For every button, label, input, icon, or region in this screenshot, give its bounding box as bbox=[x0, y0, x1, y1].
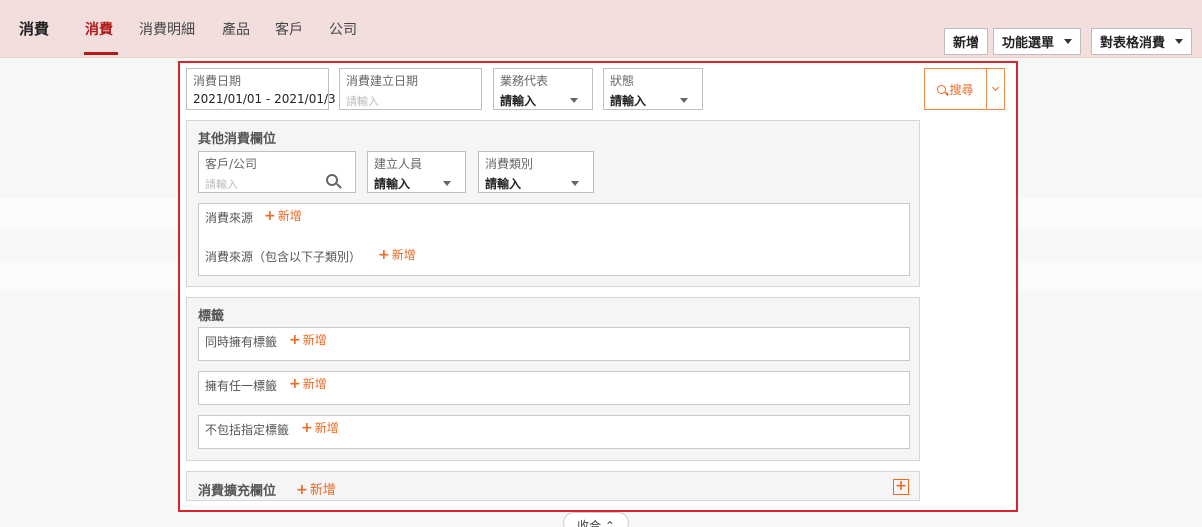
add-extension-label: 新增 bbox=[309, 483, 336, 498]
function-menu-label: 功能選單 bbox=[1002, 36, 1055, 51]
tab-products[interactable]: 產品 bbox=[222, 19, 250, 39]
plus-icon: + bbox=[296, 482, 308, 498]
chevron-down-icon bbox=[1064, 39, 1073, 44]
filter-panel: 消費日期 2021/01/01 - 2021/01/3 消費建立日期 請輸入 業… bbox=[178, 61, 1018, 512]
tab-consume-detail[interactable]: 消費明細 bbox=[139, 19, 195, 39]
consume-source-label: 消費來源 bbox=[205, 211, 254, 225]
add-source-label: 新增 bbox=[277, 209, 302, 223]
search-icon[interactable] bbox=[326, 174, 338, 186]
add-tags-exclude-label: 新增 bbox=[314, 421, 339, 435]
plus-icon: + bbox=[289, 376, 301, 392]
search-dropdown-toggle[interactable] bbox=[987, 69, 1004, 109]
status-select[interactable]: 狀態 請輸入 bbox=[603, 68, 703, 110]
chevron-down-icon bbox=[1175, 39, 1184, 44]
consume-source-sub-label: 消費來源（包含以下子類別） bbox=[205, 250, 362, 264]
extension-fields-section: 消費擴充欄位 + 新增 + bbox=[186, 471, 920, 501]
plus-icon: + bbox=[378, 247, 390, 263]
new-button-label: 新增 bbox=[953, 36, 980, 51]
customer-company-field[interactable]: 客戶/公司 請輸入 bbox=[198, 151, 356, 193]
creator-value: 請輸入 bbox=[374, 177, 411, 191]
add-tags-exclude-button[interactable]: + 新增 bbox=[301, 419, 339, 436]
add-tags-any-button[interactable]: + 新增 bbox=[289, 375, 327, 392]
search-button-label: 搜尋 bbox=[949, 82, 974, 97]
category-value: 請輸入 bbox=[485, 177, 522, 191]
customer-company-placeholder: 請輸入 bbox=[205, 178, 238, 191]
chevron-down-icon bbox=[570, 98, 578, 103]
consume-date-field[interactable]: 消費日期 2021/01/01 - 2021/01/3 bbox=[186, 68, 336, 110]
search-button-group: 搜尋 bbox=[924, 68, 1005, 110]
add-source-button[interactable]: + 新增 bbox=[264, 207, 302, 224]
tags-exclude-label: 不包括指定標籤 bbox=[205, 423, 290, 437]
sales-rep-label: 業務代表 bbox=[500, 74, 549, 88]
consume-date-label: 消費日期 bbox=[193, 74, 242, 88]
function-menu-button[interactable]: 功能選單 bbox=[993, 28, 1082, 55]
extension-fields-title: 消費擴充欄位 bbox=[198, 484, 277, 499]
tab-companies[interactable]: 公司 bbox=[329, 19, 357, 39]
tags-all-label: 同時擁有標籤 bbox=[205, 335, 278, 349]
collapse-button[interactable]: 收合 ⌃ bbox=[563, 512, 629, 527]
other-fields-title: 其他消費欄位 bbox=[198, 132, 277, 147]
chevron-down-icon bbox=[991, 83, 1000, 92]
consume-source-box: 消費來源 + 新增 消費來源（包含以下子類別） + 新增 bbox=[198, 203, 910, 276]
plus-icon: + bbox=[301, 420, 313, 436]
plus-icon: + bbox=[264, 208, 276, 224]
tab-consume[interactable]: 消費 bbox=[85, 19, 113, 39]
tags-any-box: 擁有任一標籤 + 新增 bbox=[198, 371, 910, 405]
add-tags-any-label: 新增 bbox=[302, 377, 327, 391]
created-date-placeholder: 請輸入 bbox=[346, 95, 379, 108]
new-button[interactable]: 新增 bbox=[944, 28, 989, 55]
batch-consume-label: 對表格消費 bbox=[1100, 36, 1166, 51]
add-source-sub-button[interactable]: + 新增 bbox=[378, 246, 416, 263]
chevron-down-icon bbox=[443, 181, 451, 186]
category-select[interactable]: 消費類別 請輸入 bbox=[478, 151, 594, 193]
tab-customers[interactable]: 客戶 bbox=[275, 19, 303, 39]
chevron-down-icon bbox=[571, 181, 579, 186]
batch-consume-button[interactable]: 對表格消費 bbox=[1091, 28, 1193, 55]
status-label: 狀態 bbox=[610, 74, 635, 88]
creator-label: 建立人員 bbox=[374, 157, 423, 171]
creator-select[interactable]: 建立人員 請輸入 bbox=[367, 151, 466, 193]
search-icon bbox=[937, 84, 947, 94]
created-date-field[interactable]: 消費建立日期 請輸入 bbox=[339, 68, 482, 110]
add-source-sub-label: 新增 bbox=[391, 248, 416, 262]
app-title: 消費 bbox=[19, 20, 50, 38]
add-extension-button[interactable]: + 新增 bbox=[296, 479, 336, 498]
sales-rep-value: 請輸入 bbox=[500, 94, 537, 108]
consume-date-value: 2021/01/01 - 2021/01/3 bbox=[193, 92, 336, 106]
tags-title: 標籤 bbox=[198, 309, 225, 324]
sales-rep-select[interactable]: 業務代表 請輸入 bbox=[493, 68, 593, 110]
add-tags-all-button[interactable]: + 新增 bbox=[289, 331, 327, 348]
category-label: 消費類別 bbox=[485, 157, 534, 171]
add-tags-all-label: 新增 bbox=[302, 333, 327, 347]
active-tab-indicator bbox=[84, 52, 118, 55]
top-header: 消費 消費 消費明細 產品 客戶 公司 新增 功能選單 對表格消費 bbox=[0, 0, 1202, 58]
created-date-label: 消費建立日期 bbox=[346, 74, 419, 88]
search-button[interactable]: 搜尋 bbox=[925, 69, 986, 109]
tags-section: 標籤 同時擁有標籤 + 新增 擁有任一標籤 + 新增 不包括指定標籤 + 新增 bbox=[186, 297, 920, 461]
tags-all-box: 同時擁有標籤 + 新增 bbox=[198, 327, 910, 361]
tags-any-label: 擁有任一標籤 bbox=[205, 379, 278, 393]
customer-company-label: 客戶/公司 bbox=[205, 157, 258, 171]
plus-icon: + bbox=[289, 332, 301, 348]
other-fields-section: 其他消費欄位 客戶/公司 請輸入 建立人員 請輸入 消費類別 請輸入 消費來源 … bbox=[186, 120, 920, 287]
chevron-down-icon bbox=[680, 98, 688, 103]
status-value: 請輸入 bbox=[610, 94, 647, 108]
expand-icon[interactable]: + bbox=[893, 479, 909, 495]
tags-exclude-box: 不包括指定標籤 + 新增 bbox=[198, 415, 910, 449]
